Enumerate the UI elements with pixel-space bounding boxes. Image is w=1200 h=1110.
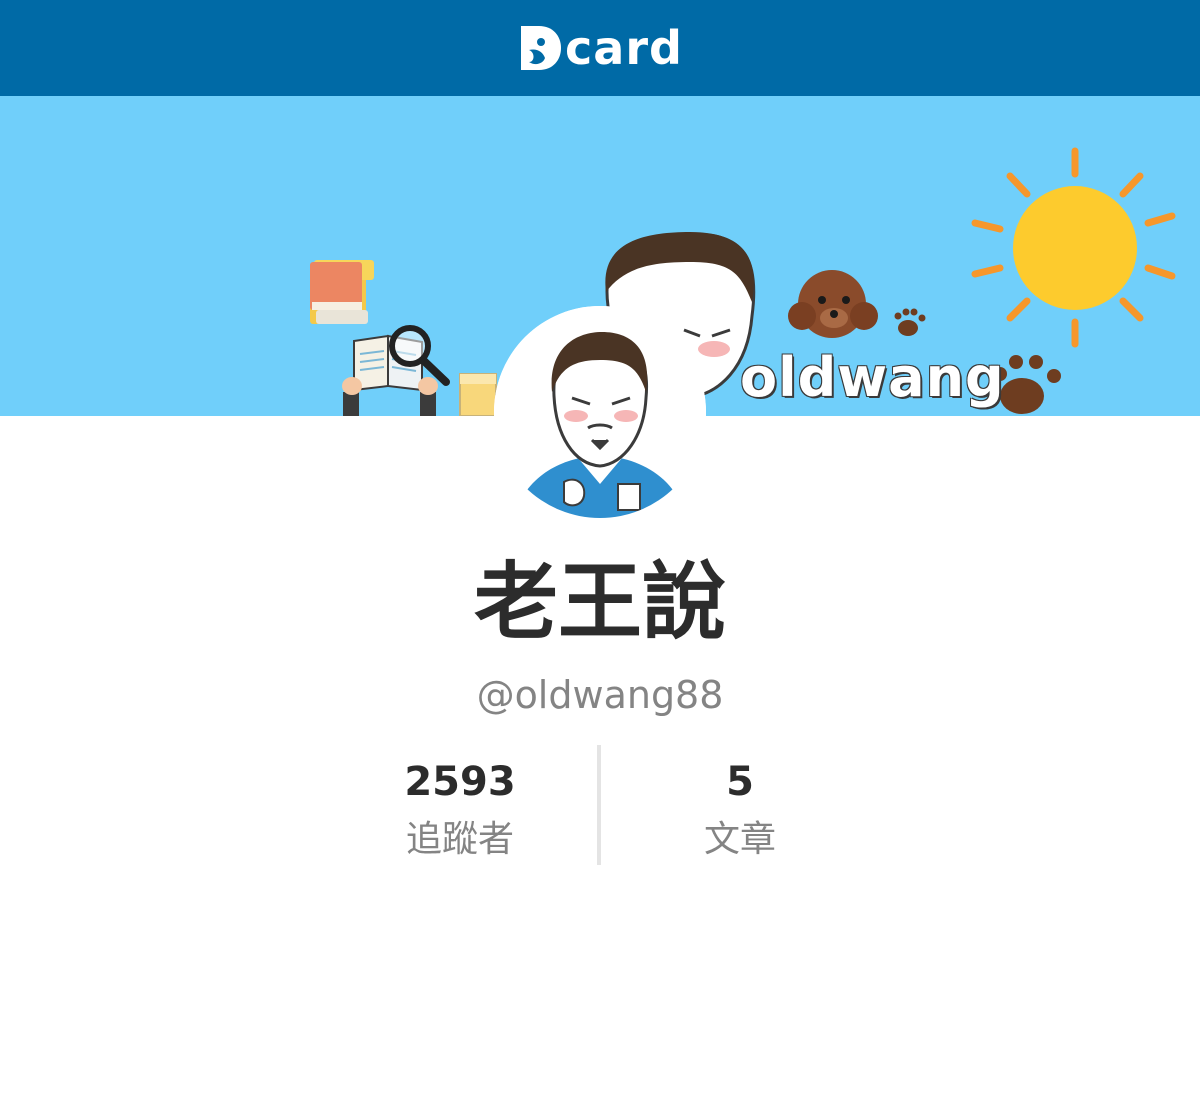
drink-icon: [459, 373, 497, 416]
dcard-logo-icon: [521, 26, 562, 70]
top-bar: card: [0, 0, 1200, 96]
profile-page: card oldwang 老王說 @oldwang88 2593 追蹤者 5 文…: [0, 0, 1200, 1110]
profile-avatar[interactable]: [494, 306, 706, 518]
sun-icon: [971, 147, 1176, 348]
profile-handle: @oldwang88: [476, 673, 724, 717]
avatar-illustration: [494, 306, 706, 518]
followers-stat[interactable]: 2593 追蹤者: [320, 745, 600, 863]
profile-stats: 2593 追蹤者 5 文章: [320, 745, 880, 865]
cover-banner-text: oldwang: [740, 346, 1005, 409]
followers-count: 2593: [404, 759, 516, 805]
followers-label: 追蹤者: [405, 819, 514, 860]
posts-stat[interactable]: 5 文章: [600, 745, 880, 863]
posts-label: 文章: [703, 819, 776, 860]
dcard-logo[interactable]: card: [517, 22, 683, 74]
posts-count: 5: [726, 759, 754, 805]
books-icon: [310, 260, 374, 324]
brand-name: card: [565, 21, 683, 75]
profile-display-name: 老王說: [473, 553, 726, 651]
dog-icon: [788, 270, 878, 338]
